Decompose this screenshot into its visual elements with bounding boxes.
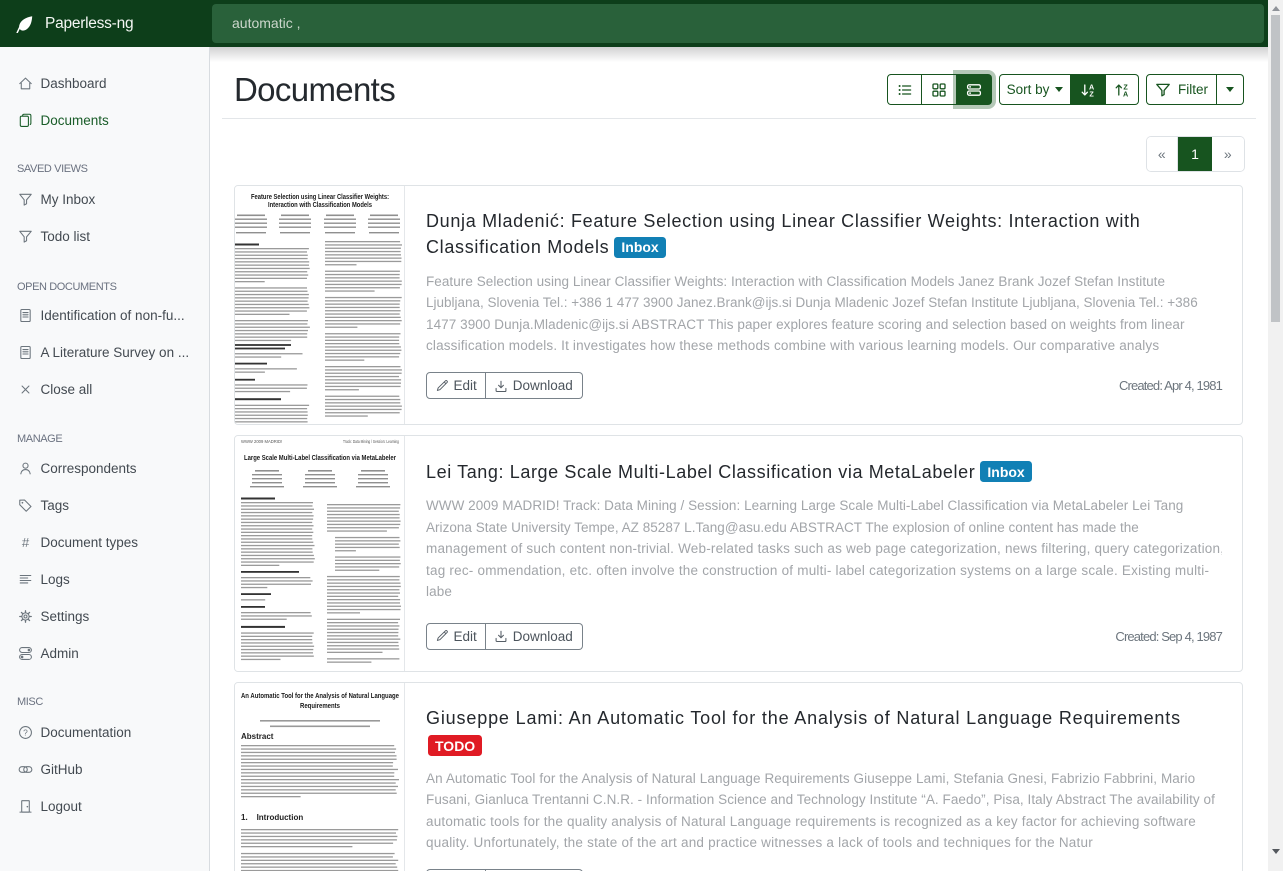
svg-text:1. Introduction: 1. Introduction xyxy=(241,813,303,822)
svg-text:Feature Selection using Linear: Feature Selection using Linear Classifie… xyxy=(251,194,389,201)
svg-text:Track: Data Mining / Session:: Track: Data Mining / Session: Learning xyxy=(343,439,400,444)
svg-text:Interaction with Classificatio: Interaction with Classification Models xyxy=(268,202,372,209)
svg-text:WWW 2009 MADRID!: WWW 2009 MADRID! xyxy=(241,439,282,444)
svg-text:Z: Z xyxy=(1089,89,1094,98)
svg-text:A: A xyxy=(1123,89,1128,98)
svg-text:#: # xyxy=(21,535,29,550)
svg-text:Large Scale Multi-Label Classi: Large Scale Multi-Label Classification v… xyxy=(244,455,396,462)
svg-text:Abstract: Abstract xyxy=(241,732,274,741)
svg-text:?: ? xyxy=(23,727,28,737)
svg-text:An Automatic Tool for the Anal: An Automatic Tool for the Analysis of Na… xyxy=(241,691,399,700)
svg-text:Requirements: Requirements xyxy=(300,701,340,710)
